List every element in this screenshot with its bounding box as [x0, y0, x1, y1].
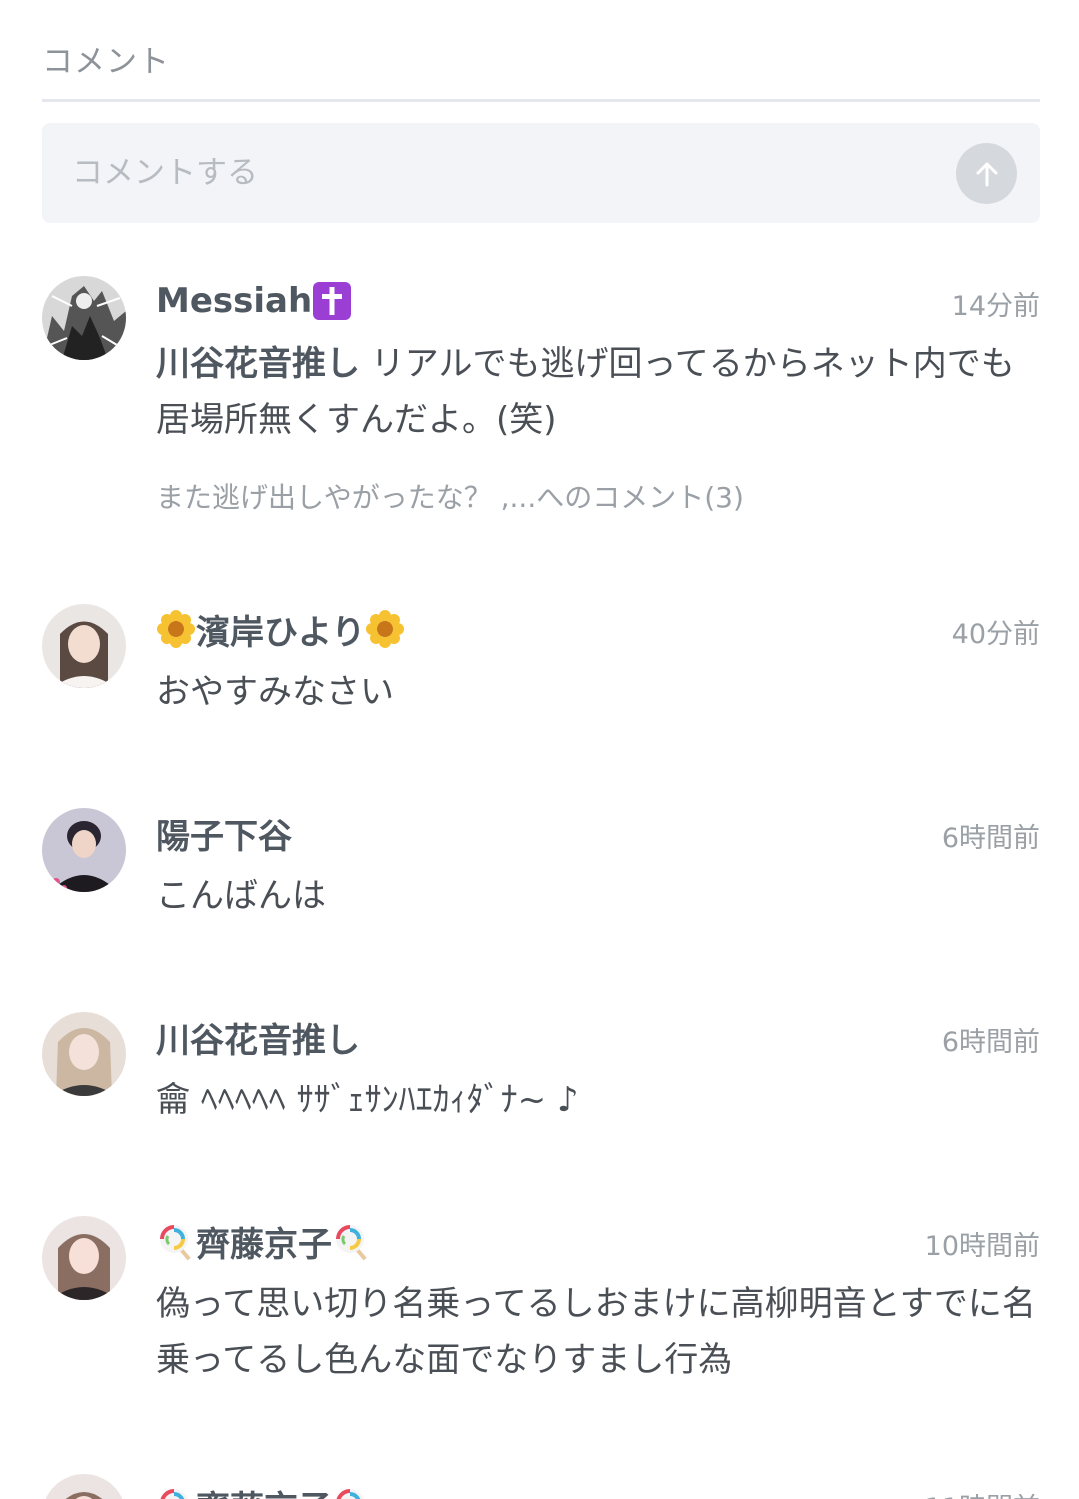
- comment-text: 偽って思い切り名乗ってるしおまけに高柳明音とすでに名乗ってるし色んな面でなりすま…: [156, 1284, 1036, 1380]
- comment-time: 11時間前: [925, 1486, 1040, 1499]
- comment-item: 陽子下谷 6時間前 こんばんは: [42, 808, 1040, 918]
- comment-text: おやすみなさい: [156, 672, 394, 712]
- avatar[interactable]: [42, 1216, 126, 1300]
- avatar[interactable]: [42, 1474, 126, 1499]
- mention-link[interactable]: 川谷花音推し: [156, 344, 360, 384]
- lollipop-icon: [156, 1221, 196, 1261]
- comment-time: 14分前: [951, 291, 1040, 322]
- comment-time: 6時間前: [941, 823, 1040, 854]
- comment-input[interactable]: [72, 143, 932, 203]
- avatar[interactable]: [42, 808, 126, 892]
- comments-section-header: コメント: [42, 30, 1040, 102]
- comment-text: こんばんは: [156, 876, 326, 916]
- comment-item: 濱岸ひより 40分前 おやすみなさい: [42, 604, 1040, 714]
- comments-page: コメント Messiah 14分前 川谷花音推し リアルで: [0, 0, 1079, 1499]
- avatar[interactable]: [42, 1012, 126, 1096]
- sunflower-icon: [365, 609, 405, 649]
- lollipop-icon: [332, 1221, 372, 1261]
- comment-time: 6時間前: [941, 1027, 1040, 1058]
- comment-author[interactable]: 濱岸ひより: [156, 604, 405, 654]
- send-button[interactable]: [956, 143, 1017, 204]
- reply-link[interactable]: また逃げ出しやがったな？ ,...へのコメント(3): [156, 476, 744, 516]
- avatar[interactable]: [42, 276, 126, 360]
- comment-item: 齊藤京子 11時間前: [42, 1474, 1040, 1499]
- comment-item: 齊藤京子 10時間前 偽って思い切り名乗ってるしおまけに高柳明音とすでに名乗って…: [42, 1216, 1040, 1396]
- sunflower-icon: [156, 609, 196, 649]
- comment-author[interactable]: 齊藤京子: [156, 1216, 372, 1266]
- avatar[interactable]: [42, 604, 126, 688]
- arrow-up-icon: [976, 162, 997, 186]
- comment-time: 10時間前: [924, 1231, 1040, 1262]
- comment-author[interactable]: Messiah: [156, 276, 352, 326]
- comment-composer: [42, 123, 1040, 223]
- comment-text: 川谷花音推し リアルでも逃げ回ってるからネット内でも居場所無くすんだよ。(笑): [156, 344, 1015, 440]
- comment-author[interactable]: 川谷花音推し: [156, 1012, 360, 1062]
- lollipop-icon: [156, 1485, 196, 1499]
- comment-text: 龠 ﾍﾍﾍﾍﾍ ｻｻﾞｪｻﾝﾊｴｶｨﾀﾞﾅ~ ♪: [156, 1080, 579, 1120]
- comment-author[interactable]: 陽子下谷: [156, 808, 292, 858]
- comment-item: Messiah 14分前 川谷花音推し リアルでも逃げ回ってるからネット内でも居…: [42, 276, 1040, 526]
- lollipop-icon: [332, 1485, 372, 1499]
- latin-cross-icon: [312, 281, 352, 321]
- comment-author[interactable]: 齊藤京子: [156, 1480, 372, 1499]
- section-title: コメント: [42, 44, 170, 80]
- comment-item: 川谷花音推し 6時間前 龠 ﾍﾍﾍﾍﾍ ｻｻﾞｪｻﾝﾊｴｶｨﾀﾞﾅ~ ♪: [42, 1012, 1040, 1122]
- comment-time: 40分前: [951, 619, 1040, 650]
